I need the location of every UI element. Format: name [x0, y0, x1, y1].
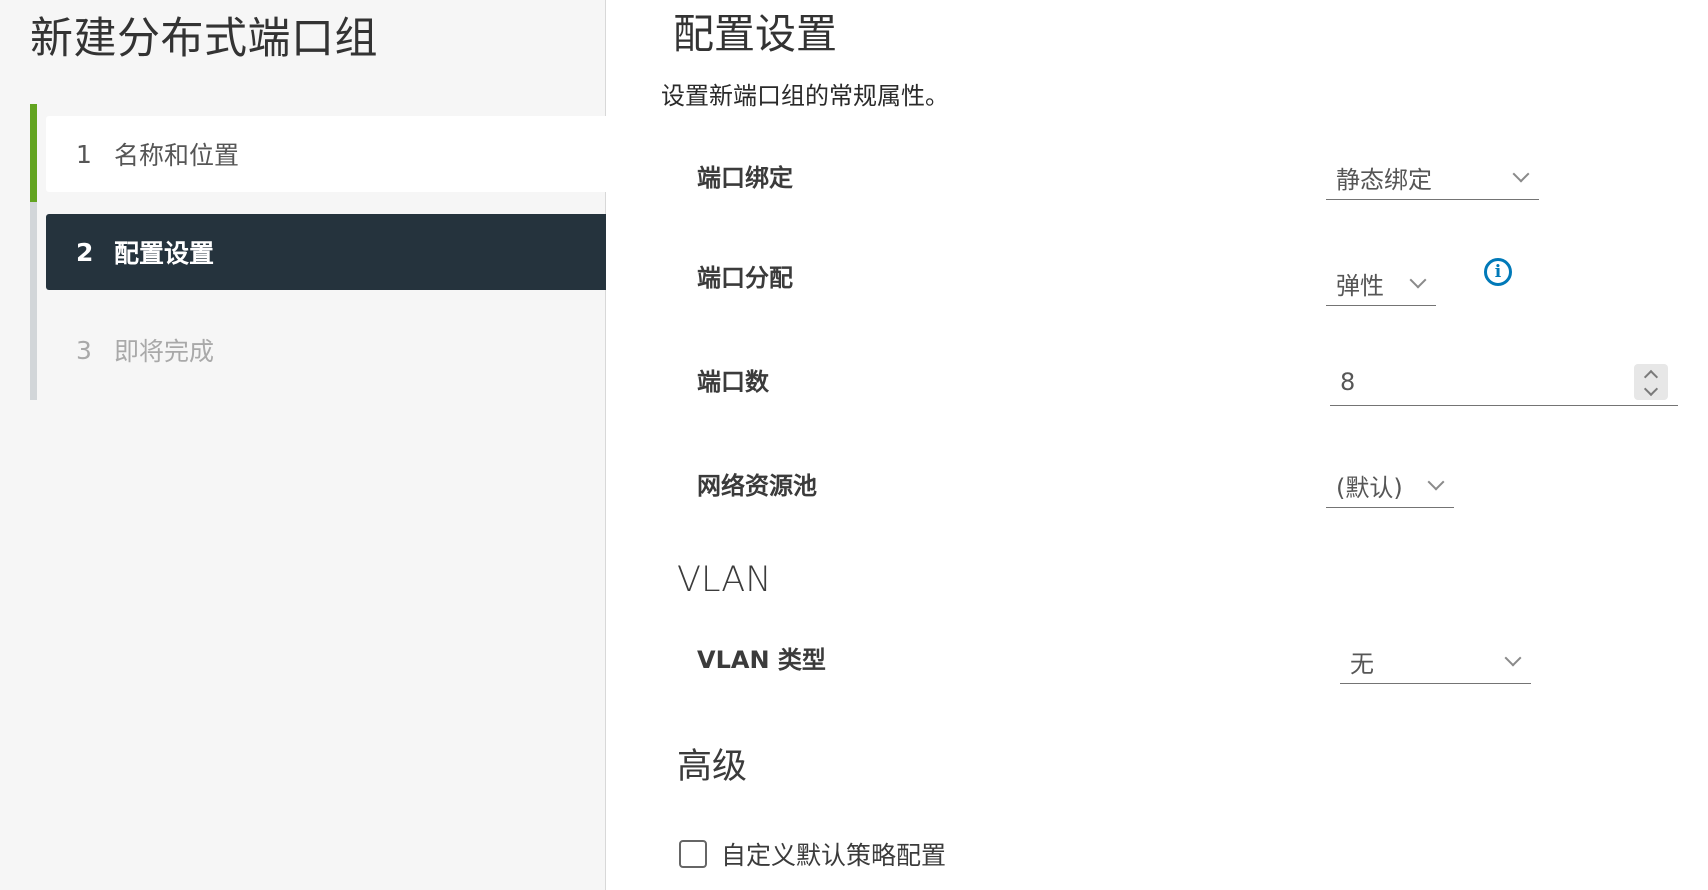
vlan-type-value: 无	[1350, 650, 1374, 678]
vlan-section-heading: VLAN	[677, 560, 772, 600]
port-binding-label: 端口绑定	[697, 164, 793, 192]
network-resource-pool-value: (默认)	[1336, 474, 1403, 502]
wizard-sidebar: 新建分布式端口组 1 名称和位置 2 配置设置 3 即将完成	[0, 0, 606, 890]
vlan-type-select[interactable]: 无	[1340, 640, 1531, 684]
network-resource-pool-label: 网络资源池	[697, 472, 817, 500]
page-title: 配置设置	[673, 10, 837, 58]
wizard-step-configure-settings[interactable]: 2 配置设置	[46, 214, 606, 290]
step-number: 3	[76, 335, 92, 365]
customize-policy-checkbox[interactable]	[679, 840, 707, 868]
port-allocation-value: 弹性	[1336, 272, 1384, 300]
steps-progress-completed	[30, 104, 37, 202]
network-resource-pool-select[interactable]: (默认)	[1326, 464, 1454, 508]
wizard-title: 新建分布式端口组	[30, 14, 378, 64]
port-binding-value: 静态绑定	[1336, 166, 1432, 194]
chevron-down-icon	[1427, 473, 1445, 491]
vlan-type-label: VLAN 类型	[697, 646, 826, 674]
wizard-steps: 1 名称和位置 2 配置设置 3 即将完成	[30, 104, 606, 400]
chevron-down-icon[interactable]	[1643, 381, 1659, 396]
step-label: 名称和位置	[114, 141, 240, 170]
chevron-down-icon	[1512, 165, 1530, 183]
info-icon[interactable]: i	[1484, 258, 1512, 286]
port-allocation-label: 端口分配	[697, 264, 793, 292]
step-label: 配置设置	[114, 239, 215, 268]
step-label: 即将完成	[114, 337, 215, 366]
wizard-dialog: 新建分布式端口组 1 名称和位置 2 配置设置 3 即将完成 配置设置 设置新端…	[0, 0, 1708, 890]
num-ports-value: 8	[1340, 367, 1356, 396]
customize-policy-label: 自定义默认策略配置	[721, 841, 947, 870]
port-binding-select[interactable]: 静态绑定	[1326, 156, 1539, 200]
advanced-section-heading: 高级	[677, 747, 748, 787]
step-number: 1	[76, 139, 92, 169]
wizard-step-ready-to-complete[interactable]: 3 即将完成	[46, 312, 606, 388]
step-number: 2	[76, 237, 94, 267]
wizard-content: 配置设置 设置新端口组的常规属性。 端口绑定 静态绑定 端口分配 弹性 i 端口…	[607, 0, 1708, 890]
num-ports-label: 端口数	[697, 368, 769, 396]
port-allocation-select[interactable]: 弹性	[1326, 262, 1436, 306]
chevron-down-icon	[1409, 271, 1427, 289]
customize-policy-checkbox-row[interactable]: 自定义默认策略配置	[679, 836, 946, 872]
chevron-down-icon	[1504, 649, 1522, 667]
num-ports-input[interactable]: 8	[1330, 358, 1678, 406]
page-subtitle: 设置新端口组的常规属性。	[661, 82, 949, 110]
num-ports-stepper[interactable]	[1634, 364, 1668, 400]
wizard-step-name-location[interactable]: 1 名称和位置	[46, 116, 606, 192]
